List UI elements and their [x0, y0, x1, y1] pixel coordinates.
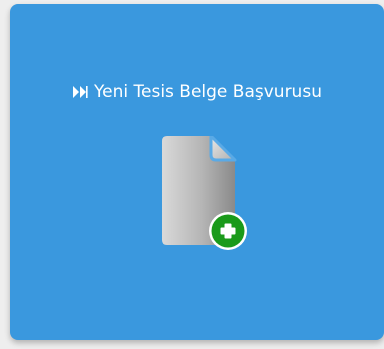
tile-title: Yeni Tesis Belge Başvurusu	[94, 82, 322, 102]
new-facility-certificate-application-tile[interactable]: Yeni Tesis Belge Başvurusu	[10, 4, 384, 340]
document-add-icon	[151, 134, 255, 252]
double-chevron-right-icon	[72, 83, 88, 105]
tile-title-row: Yeni Tesis Belge Başvurusu	[10, 81, 384, 105]
